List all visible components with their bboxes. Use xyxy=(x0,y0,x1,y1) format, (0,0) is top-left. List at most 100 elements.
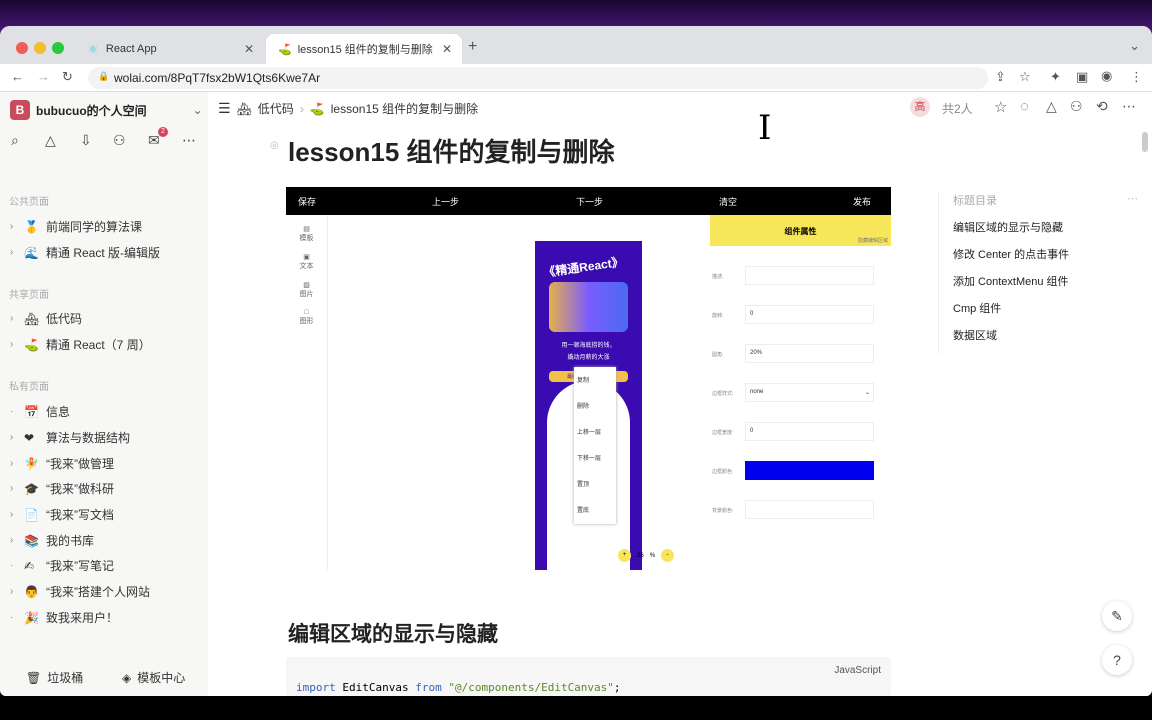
close-window-button[interactable] xyxy=(16,42,28,54)
sidebar-item[interactable]: › 🌊 精通 React 版-编辑版 xyxy=(10,244,160,261)
toc-item[interactable]: 编辑区域的显示与隐藏 xyxy=(953,219,1069,246)
scrollbar-thumb[interactable] xyxy=(1142,132,1148,152)
zoom-in-button: + xyxy=(618,549,631,562)
breadcrumb-item[interactable]: lesson15 组件的复制与删除 xyxy=(331,100,478,117)
code-language[interactable]: JavaScript xyxy=(834,665,881,676)
workspace-switcher[interactable]: Bbubucuo的个人空间 ⌄ xyxy=(10,100,203,120)
property-input[interactable]: 0 xyxy=(745,422,874,441)
block-handle-icon[interactable]: ◎ xyxy=(270,140,279,151)
minimize-window-button[interactable] xyxy=(34,42,46,54)
chevron-right-icon[interactable]: › xyxy=(10,586,18,597)
import-icon[interactable]: ⇩ xyxy=(80,132,92,149)
toc-item[interactable]: 修改 Center 的点击事件 xyxy=(953,246,1069,273)
avatar[interactable]: 高 xyxy=(910,97,930,117)
add-member-icon[interactable]: ⚇ xyxy=(1070,98,1083,115)
toc-item[interactable]: Cmp 组件 xyxy=(953,300,1069,327)
graph-icon[interactable]: △ xyxy=(45,132,56,149)
property-input[interactable] xyxy=(745,461,874,480)
chevron-right-icon[interactable]: · xyxy=(10,560,18,571)
chevron-down-icon: ⌄ xyxy=(192,103,203,117)
property-label: 旋转: xyxy=(712,313,724,319)
sidepanel-icon[interactable]: ▣ xyxy=(1076,69,1088,85)
chevron-right-icon[interactable]: · xyxy=(10,612,18,623)
property-row: 边框样式: none ⌄ xyxy=(712,383,887,402)
toc-item[interactable]: 数据区域 xyxy=(953,327,1069,354)
inbox-icon[interactable]: ✉ 2 xyxy=(148,127,168,149)
property-input[interactable]: none ⌄ xyxy=(745,383,874,402)
undo-button: 上一步 xyxy=(432,197,460,207)
sidebar-item-label: 信息 xyxy=(46,405,71,419)
back-button[interactable]: ← xyxy=(11,69,24,84)
sidebar-item[interactable]: › 🏘 低代码 xyxy=(10,310,82,327)
toc-item[interactable]: 添加 ContextMenu 组件 xyxy=(953,273,1069,300)
property-label: 背景颜色: xyxy=(712,508,734,514)
trash-button[interactable]: 🗑 垃圾桶 xyxy=(26,669,83,686)
extensions-icon[interactable]: ✦ xyxy=(1050,69,1061,85)
property-input[interactable] xyxy=(745,500,874,519)
breadcrumb: ☰ 🏘 低代码 › ⛳ lesson15 组件的复制与删除 xyxy=(218,100,479,117)
chevron-down-icon: ⌄ xyxy=(864,390,870,396)
history-icon[interactable]: ⟲ xyxy=(1096,98,1108,115)
chevron-right-icon[interactable]: › xyxy=(10,432,18,443)
search-icon[interactable]: ⌕ xyxy=(11,132,19,149)
tab-lesson15[interactable]: ⛳ lesson15 组件的复制与删除 ✕ xyxy=(266,34,462,64)
property-input[interactable] xyxy=(745,266,874,285)
sidebar-item[interactable]: › 📄 “我来”写文档 xyxy=(10,506,114,523)
more-icon[interactable]: ⋯ xyxy=(1127,192,1138,205)
property-input[interactable]: 0 xyxy=(745,305,874,324)
sidebar-item[interactable]: › 👨 “我来”搭建个人网站 xyxy=(10,583,150,600)
property-input[interactable]: 20% xyxy=(745,344,874,363)
more-icon[interactable]: ⋯ xyxy=(182,132,196,149)
chevron-right-icon[interactable]: › xyxy=(10,458,18,469)
close-tab-icon[interactable]: ✕ xyxy=(442,42,452,56)
chevron-right-icon[interactable]: › xyxy=(10,221,18,232)
graph-icon[interactable]: △ xyxy=(1046,98,1057,115)
breadcrumb-item[interactable]: 低代码 xyxy=(258,100,294,117)
chevron-right-icon[interactable]: › xyxy=(10,313,18,324)
sidebar-item[interactable]: › 🎓 “我来”做科研 xyxy=(10,480,114,497)
new-tab-button[interactable]: + xyxy=(468,38,477,56)
tab-react-app[interactable]: ⚛ React App ✕ xyxy=(76,34,264,64)
share-icon[interactable]: ⇪ xyxy=(995,69,1006,85)
members-icon[interactable]: ⚇ xyxy=(113,132,126,149)
clear-button: 清空 xyxy=(719,197,738,207)
profile-avatar[interactable]: ◉ xyxy=(1101,68,1112,84)
chevron-right-icon[interactable]: › xyxy=(10,509,18,520)
close-tab-icon[interactable]: ✕ xyxy=(244,42,254,56)
sidebar-item[interactable]: · ✍ “我来”写笔记 xyxy=(10,557,114,574)
members-count[interactable]: 共2人 xyxy=(942,100,973,117)
sidebar-item[interactable]: › ❤ 算法与数据结构 xyxy=(10,429,130,446)
chevron-right-icon[interactable]: › xyxy=(10,247,18,258)
more-icon[interactable]: ⋯ xyxy=(1122,98,1136,115)
chevron-right-icon[interactable]: › xyxy=(10,339,18,350)
help-button[interactable]: ? xyxy=(1102,645,1132,675)
bookmark-star-icon[interactable]: ☆ xyxy=(1019,69,1031,85)
property-label: 边框样式: xyxy=(712,391,734,397)
menu-icon[interactable]: ☰ xyxy=(218,100,231,117)
forward-button[interactable]: → xyxy=(37,69,50,84)
save-button: 保存 xyxy=(298,197,317,207)
feedback-button[interactable]: ✎ xyxy=(1102,601,1132,631)
sidebar-item-label: 低代码 xyxy=(46,312,83,326)
browser-menu-icon[interactable]: ⋮ xyxy=(1130,69,1143,85)
section-public: 公共页面 xyxy=(9,197,49,208)
reload-button[interactable]: ↻ xyxy=(62,69,73,85)
zoom-control: + 26 % - xyxy=(618,549,675,562)
context-menu-item: 复制 xyxy=(577,378,590,384)
maximize-window-button[interactable] xyxy=(52,42,64,54)
chevron-right-icon[interactable]: · xyxy=(10,406,18,417)
star-icon[interactable]: ☆ xyxy=(994,98,1007,116)
template-center-button[interactable]: ◈ 模板中心 xyxy=(122,669,185,686)
url-input[interactable]: 🔒 wolai.com/8PqT7fsx2bW1Qts6Kwe7Ar xyxy=(88,67,988,89)
sidebar-item[interactable]: · 🎉 致我来用户！ xyxy=(10,609,118,626)
poster-illustration xyxy=(549,282,628,332)
sidebar-item[interactable]: › ⛳ 精通 React（7 周） xyxy=(10,336,151,353)
comment-icon[interactable]: ◌ xyxy=(1020,98,1029,115)
tab-list-chevron-icon[interactable]: ⌄ xyxy=(1129,38,1140,54)
chevron-right-icon[interactable]: › xyxy=(10,535,18,546)
chevron-right-icon[interactable]: › xyxy=(10,483,18,494)
sidebar-item[interactable]: › 🧚 “我来”做管理 xyxy=(10,455,114,472)
sidebar-item[interactable]: · 📅 信息 xyxy=(10,403,70,420)
sidebar-item[interactable]: › 📚 我的书库 xyxy=(10,532,94,549)
sidebar-item[interactable]: › 🥇 前端同学的算法课 xyxy=(10,218,142,235)
